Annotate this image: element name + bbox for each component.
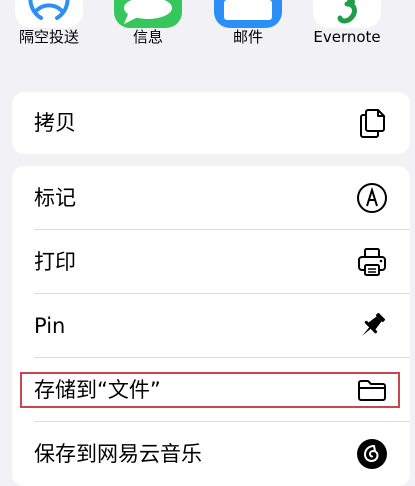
copy-icon	[356, 107, 388, 139]
airdrop-icon	[15, 0, 83, 28]
app-evernote[interactable]: Evernote	[302, 0, 392, 60]
pin-icon	[356, 310, 388, 342]
evernote-icon	[313, 0, 381, 28]
mail-icon	[214, 0, 282, 28]
action-markup[interactable]: 标记	[12, 166, 410, 230]
action-label: 存储到“文件”	[34, 378, 161, 402]
action-label: 拷贝	[34, 111, 76, 135]
action-save-to-netease-music[interactable]: 保存到网易云音乐	[12, 422, 410, 486]
messages-icon	[114, 0, 182, 28]
folder-icon	[356, 374, 388, 406]
action-print[interactable]: 打印	[12, 230, 410, 294]
action-save-to-files[interactable]: 存储到“文件”	[12, 358, 410, 422]
app-messages[interactable]: 信息	[103, 0, 193, 60]
action-group-main: 标记 打印 Pin 存储到“文件” 保存到网易云音乐	[12, 166, 410, 486]
printer-icon	[356, 246, 388, 278]
app-label: 隔空投送	[18, 28, 79, 46]
app-label: 信息	[132, 28, 163, 46]
markup-icon	[356, 182, 388, 214]
app-airdrop[interactable]: 隔空投送	[4, 0, 94, 60]
app-label: 邮件	[232, 28, 263, 46]
app-mail[interactable]: 邮件	[203, 0, 293, 60]
action-pin[interactable]: Pin	[12, 294, 410, 358]
action-label: Pin	[34, 314, 66, 338]
action-label: 保存到网易云音乐	[34, 442, 202, 466]
action-label: 标记	[34, 186, 76, 210]
action-group-copy: 拷贝	[12, 92, 410, 154]
action-label: 打印	[34, 250, 76, 274]
app-label: Evernote	[313, 28, 381, 46]
action-copy[interactable]: 拷贝	[12, 92, 410, 154]
share-app-row: 隔空投送 信息 邮件 Evernote	[0, 0, 415, 60]
netease-music-icon	[356, 438, 388, 470]
